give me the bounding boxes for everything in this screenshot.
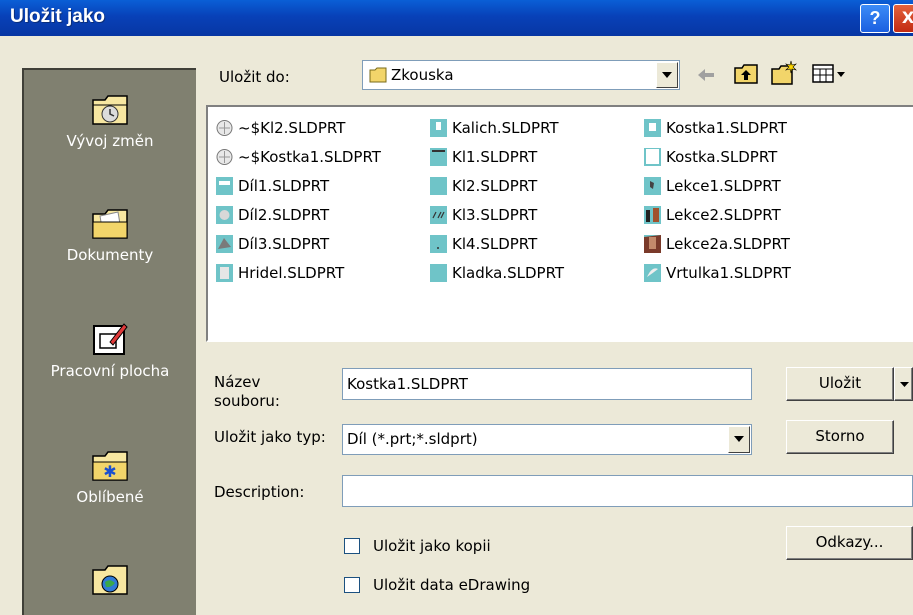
up-folder-icon[interactable] <box>733 63 759 85</box>
place-label: Pracovní plocha <box>50 362 170 380</box>
part-thumbnail-icon <box>430 264 447 282</box>
save-button[interactable]: Uložit <box>786 367 894 401</box>
part-thumbnail-icon <box>216 235 233 253</box>
part-thumbnail-icon <box>644 177 661 195</box>
save-options-dropdown[interactable] <box>894 367 913 401</box>
save-in-value: Zkouska <box>391 66 454 84</box>
new-folder-icon[interactable] <box>770 60 798 86</box>
history-folder-icon <box>92 95 128 125</box>
svg-text:✱: ✱ <box>103 462 116 481</box>
place-favorites[interactable]: ✱ Oblíbené <box>24 448 196 506</box>
filetype-select[interactable]: Díl (*.prt;*.sldprt) <box>342 424 752 455</box>
part-thumbnail-icon <box>644 206 661 224</box>
file-list[interactable]: ~$Kl2.SLDPRT ~$Kostka1.SLDPRT Díl1.SLDPR… <box>206 105 913 342</box>
place-documents[interactable]: Dokumenty <box>24 206 196 264</box>
window-title: Uložit jako <box>10 6 106 27</box>
description-input[interactable] <box>342 475 913 507</box>
part-thumbnail-icon <box>430 177 447 195</box>
place-network[interactable] <box>24 562 196 602</box>
part-thumbnail-icon <box>430 206 447 224</box>
part-thumbnail-icon <box>216 206 233 224</box>
part-thumbnail-icon <box>644 148 661 166</box>
cancel-button[interactable]: Storno <box>786 420 894 454</box>
documents-folder-icon <box>92 209 128 239</box>
place-history[interactable]: Vývoj změn <box>24 92 196 150</box>
network-places-icon <box>92 565 128 595</box>
help-button[interactable]: ? <box>860 4 890 33</box>
filename-label-line1: Název <box>214 373 261 391</box>
save-copy-checkbox[interactable] <box>344 538 360 554</box>
part-thumbnail-icon <box>430 148 447 166</box>
place-desktop[interactable]: Pracovní plocha <box>24 320 196 380</box>
part-thumbnail-icon <box>430 235 447 253</box>
part-thumbnail-icon <box>644 235 661 253</box>
view-menu-icon[interactable] <box>812 64 848 84</box>
references-button[interactable]: Odkazy... <box>786 526 913 560</box>
filename-label: Název souboru: <box>214 373 280 411</box>
back-arrow-icon[interactable] <box>696 66 716 84</box>
part-thumbnail-icon <box>644 264 661 282</box>
part-thumbnail-icon <box>430 119 447 137</box>
save-in-dropdown-button[interactable] <box>656 62 678 88</box>
part-thumbnail-icon <box>216 177 233 195</box>
filetype-dropdown-button[interactable] <box>728 426 750 453</box>
filetype-label: Uložit jako typ: <box>214 428 326 446</box>
save-edrawing-checkbox[interactable] <box>344 577 360 593</box>
sldprt-file-icon <box>216 120 233 136</box>
places-bar: Vývoj změn Dokumenty Pracovní plocha ✱ O… <box>22 68 196 615</box>
place-label: Dokumenty <box>66 246 154 264</box>
close-button[interactable]: X <box>893 4 913 33</box>
sldprt-file-icon <box>216 149 233 165</box>
favorites-folder-icon: ✱ <box>92 451 128 481</box>
filetype-value: Díl (*.prt;*.sldprt) <box>347 430 478 448</box>
save-edrawing-label: Uložit data eDrawing <box>373 576 531 594</box>
folder-icon <box>369 67 387 83</box>
filename-value: Kostka1.SLDPRT <box>347 375 468 393</box>
place-label: Vývoj změn <box>66 132 154 150</box>
part-thumbnail-icon <box>644 119 661 137</box>
description-label: Description: <box>214 483 305 501</box>
chevron-down-icon <box>900 382 909 387</box>
filename-label-line2: souboru: <box>214 392 280 410</box>
save-in-select[interactable]: Zkouska <box>362 60 680 90</box>
title-bar: Uložit jako ? X <box>0 0 913 36</box>
desktop-icon <box>93 323 128 355</box>
place-label: Oblíbené <box>76 488 144 506</box>
save-in-label: Uložit do: <box>219 68 290 86</box>
part-thumbnail-icon <box>216 264 233 282</box>
filename-input[interactable]: Kostka1.SLDPRT <box>342 368 752 400</box>
save-copy-label: Uložit jako kopii <box>373 537 491 555</box>
